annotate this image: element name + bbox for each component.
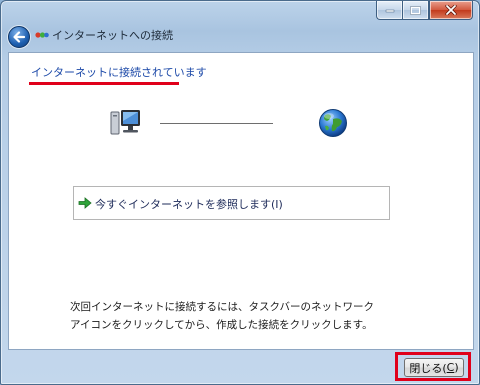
instruction-line-1: 次回インターネットに接続するには、タスクバーのネットワーク bbox=[70, 301, 374, 313]
instruction-line-2: アイコンをクリックしてから、作成した接続をクリックします。 bbox=[70, 319, 373, 331]
computer-icon bbox=[110, 110, 140, 135]
window-title: インターネットへの接続 bbox=[52, 29, 173, 42]
maximize-icon bbox=[410, 5, 421, 15]
close-button-label: 閉じる( bbox=[409, 361, 447, 375]
browse-internet-label: 今すぐインターネットを参照します(I) bbox=[95, 198, 283, 211]
status-heading: インターネットに接続されています bbox=[31, 66, 207, 79]
network-wizard-icon bbox=[35, 32, 49, 38]
back-button[interactable] bbox=[8, 26, 30, 48]
connection-line bbox=[160, 123, 273, 124]
globe-icon bbox=[319, 109, 347, 137]
close-icon bbox=[445, 5, 457, 15]
dialog-window: インターネットへの接続 インターネットに接続されています 今すぐインターネットを… bbox=[0, 0, 480, 385]
heading-highlight-underline bbox=[29, 82, 179, 85]
green-arrow-icon bbox=[78, 197, 92, 209]
content-panel: インターネットに接続されています 今すぐインターネットを参照します(I) 次回イ… bbox=[8, 52, 474, 350]
back-arrow-icon bbox=[13, 31, 26, 43]
close-button-accelerator: C bbox=[446, 361, 455, 374]
caption-buttons bbox=[376, 1, 473, 20]
close-button[interactable]: 閉じる(C) bbox=[404, 358, 464, 377]
browse-internet-link[interactable]: 今すぐインターネットを参照します(I) bbox=[73, 186, 390, 220]
instruction-text: 次回インターネットに接続するには、タスクバーのネットワーク アイコンをクリックし… bbox=[70, 298, 374, 334]
close-button-suffix: ) bbox=[454, 361, 459, 374]
window-close-button[interactable] bbox=[429, 1, 473, 20]
minimize-button[interactable] bbox=[376, 1, 402, 20]
minimize-icon bbox=[385, 9, 394, 13]
maximize-button[interactable] bbox=[402, 1, 429, 20]
